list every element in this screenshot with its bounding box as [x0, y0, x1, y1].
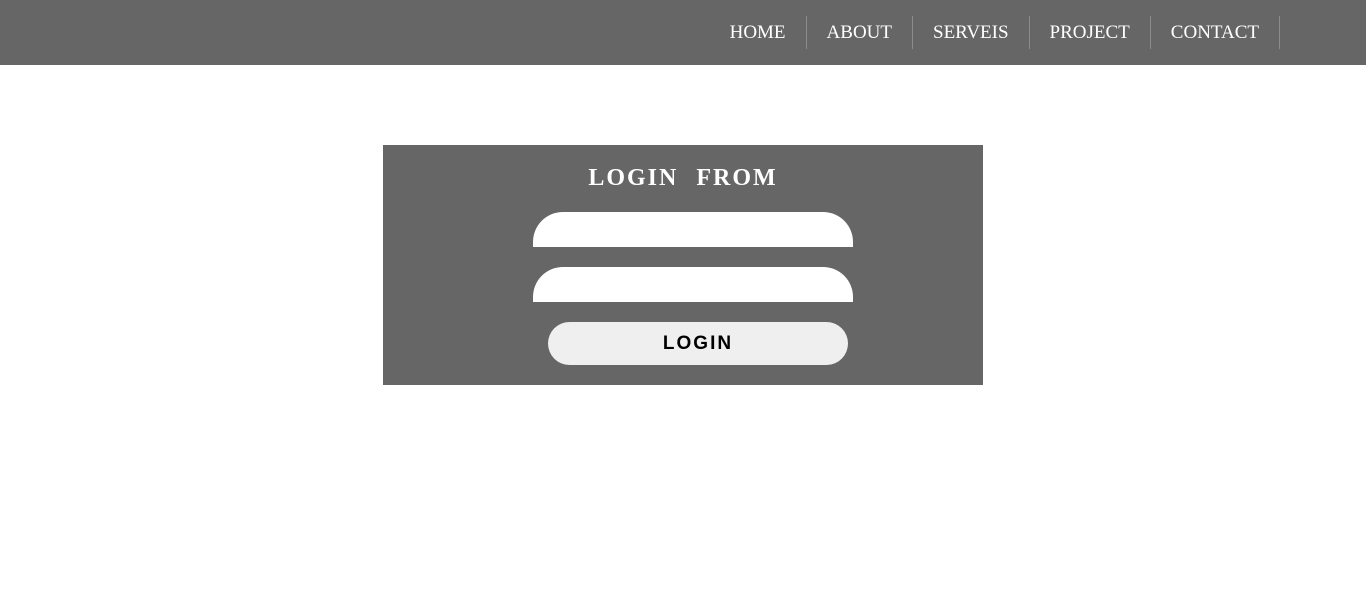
- login-button[interactable]: LOGIN: [548, 322, 848, 365]
- password-input[interactable]: [533, 267, 853, 302]
- login-form-title: LOGIN FROM: [588, 165, 778, 191]
- nav-item-serveis[interactable]: SERVEIS: [913, 16, 1030, 49]
- top-navbar: HOME ABOUT SERVEIS PROJECT CONTACT: [0, 0, 1366, 65]
- nav-item-about[interactable]: ABOUT: [807, 16, 913, 49]
- nav-menu: HOME ABOUT SERVEIS PROJECT CONTACT: [710, 16, 1280, 49]
- nav-item-home[interactable]: HOME: [710, 16, 807, 49]
- username-input[interactable]: [533, 212, 853, 247]
- nav-item-contact[interactable]: CONTACT: [1151, 16, 1280, 49]
- nav-item-project[interactable]: PROJECT: [1030, 16, 1151, 49]
